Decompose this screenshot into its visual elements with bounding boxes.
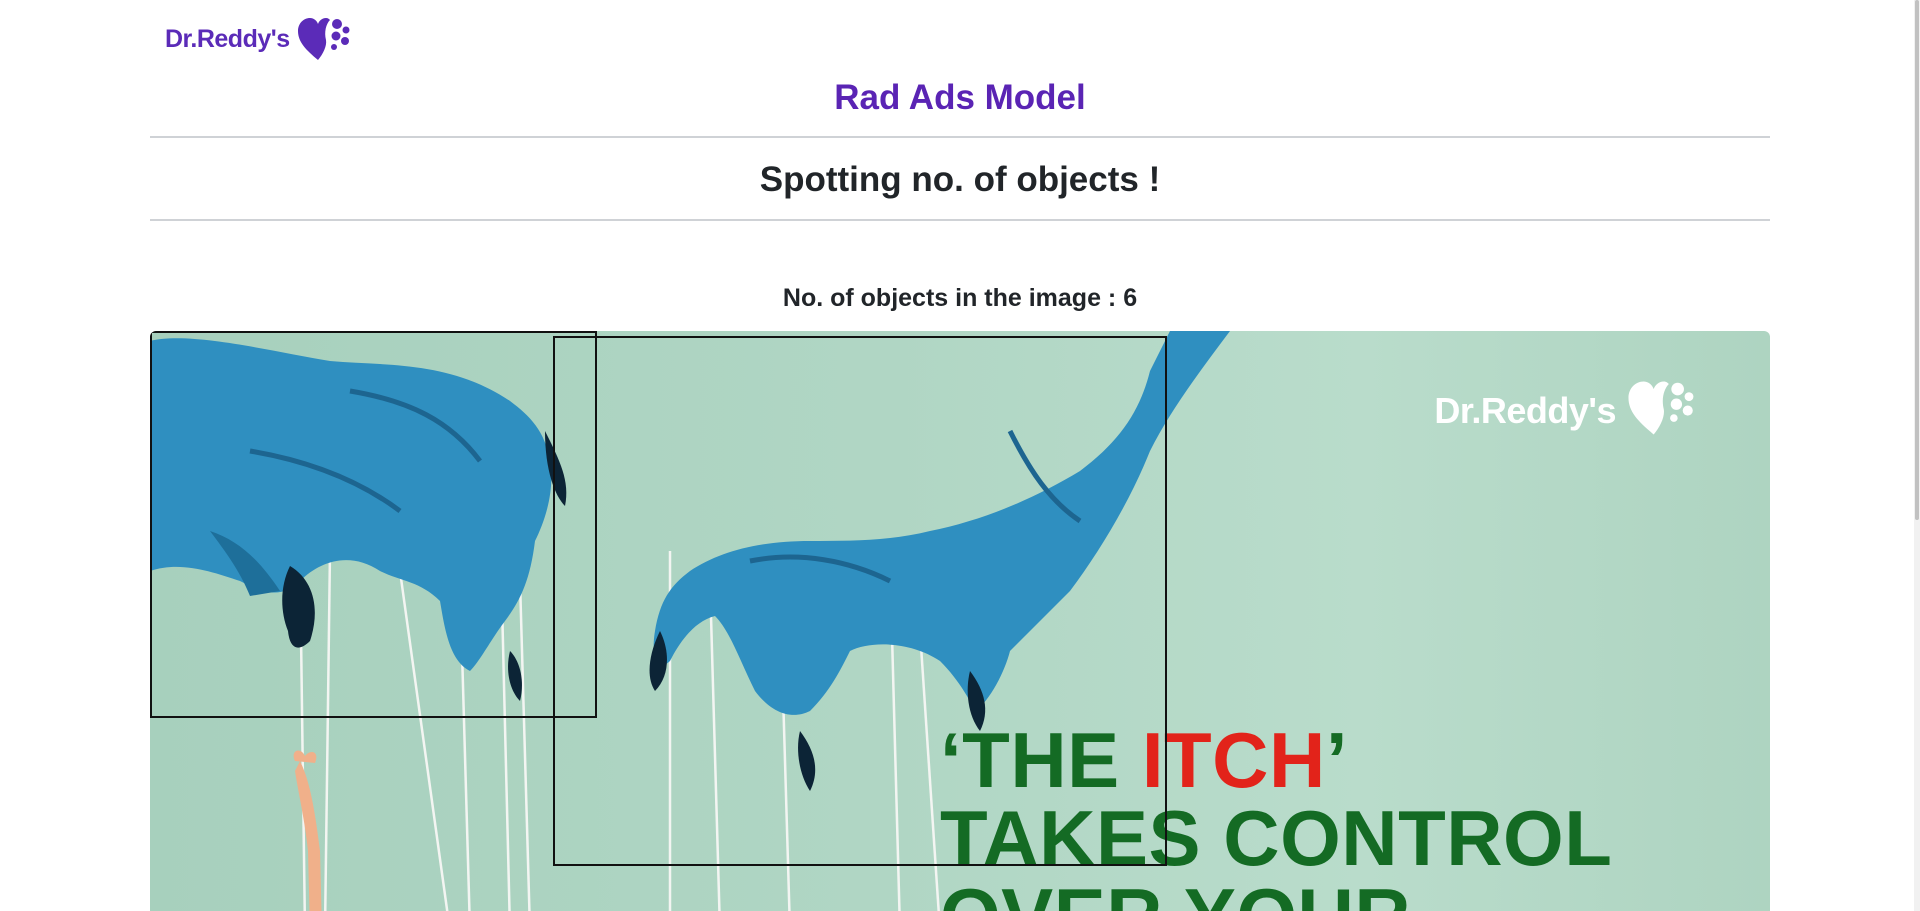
analyzed-ad-image: Dr.Reddy's ‘THE ITCH’ TAKES CONTROL OVER…: [150, 331, 1770, 911]
ad-headline-close-quote: ’: [1325, 716, 1348, 804]
brand-name: Dr.Reddy's: [165, 24, 290, 53]
ad-headline-line-3: OVER YOUR: [940, 877, 1612, 911]
ad-heart-icon: [1622, 379, 1698, 442]
scrollbar-thumb[interactable]: [1915, 0, 1919, 520]
divider: [150, 219, 1770, 221]
page: Dr.Reddy's Rad Ads Model Spotting no. of…: [0, 0, 1920, 911]
object-count-separator: :: [1100, 284, 1124, 312]
detection-box-1: [150, 331, 597, 718]
detection-box-2: [553, 336, 1167, 866]
ad-brand-logo: Dr.Reddy's: [1434, 379, 1698, 442]
puppet-arm: [293, 750, 322, 911]
page-scrollbar[interactable]: [1914, 0, 1920, 911]
object-count-line: No. of objects in the image : 6: [150, 280, 1770, 316]
object-count-value: 6: [1123, 284, 1138, 312]
app-title: Rad Ads Model: [834, 78, 1086, 117]
brand-heart-icon: [296, 16, 350, 62]
ad-headline-itch: ITCH: [1141, 716, 1326, 804]
section-title: Spotting no. of objects !: [759, 160, 1161, 199]
brand-logo[interactable]: Dr.Reddy's: [165, 14, 350, 64]
object-count-label: No. of objects in the image: [782, 284, 1101, 312]
divider: [150, 136, 1770, 138]
ad-brand-name: Dr.Reddy's: [1434, 389, 1616, 431]
